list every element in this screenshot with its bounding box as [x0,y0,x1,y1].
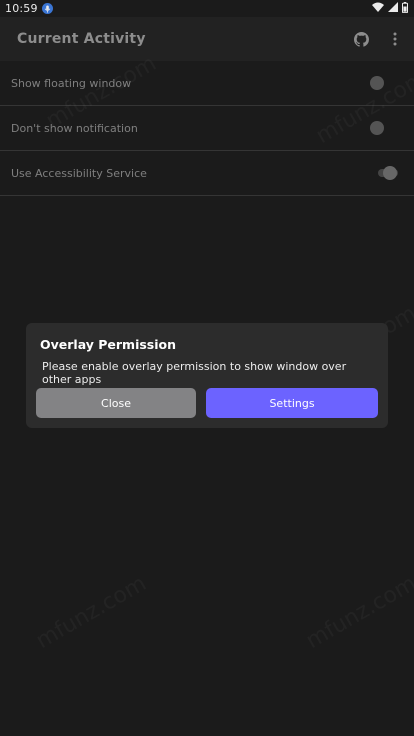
close-button[interactable]: Close [36,388,196,418]
settings-button[interactable]: Settings [206,388,378,418]
dialog-title: Overlay Permission [40,337,177,352]
screen: 10:59 Current Activity Show floating win… [0,0,414,736]
dialog-message: Please enable overlay permission to show… [42,360,347,386]
dialog-buttons: Close Settings [36,388,378,418]
overlay-permission-dialog: Overlay Permission Please enable overlay… [26,323,388,428]
